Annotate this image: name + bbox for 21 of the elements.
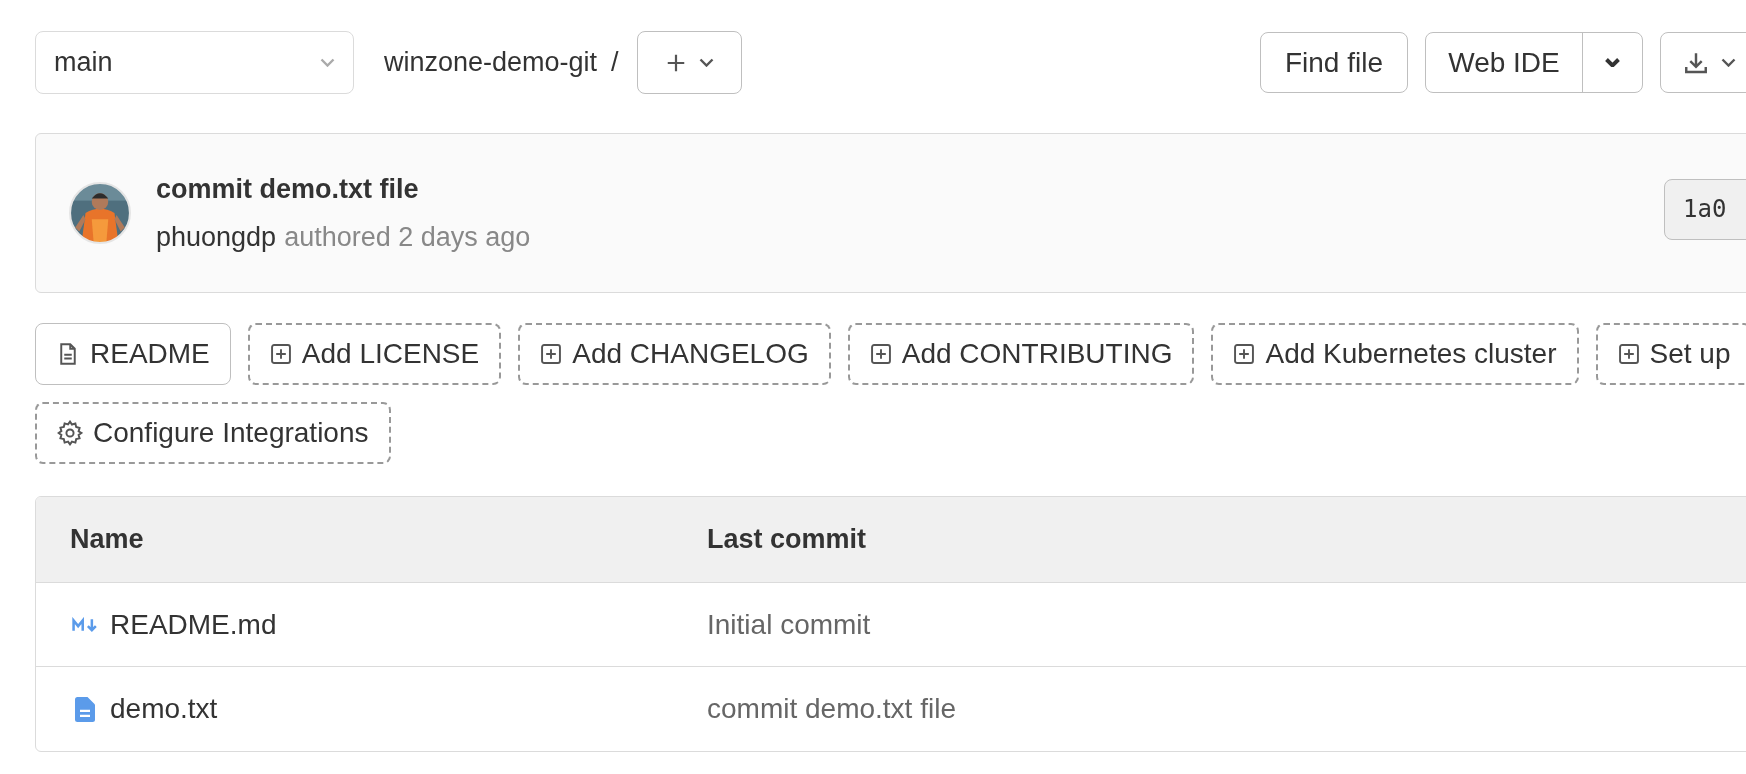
shortcut-button[interactable]: Set up (1595, 323, 1746, 385)
shortcut-button[interactable]: Add CHANGELOG (518, 323, 831, 385)
find-file-button[interactable]: Find file (1260, 32, 1408, 93)
author-link[interactable]: phuongdp (156, 217, 277, 258)
branch-select[interactable]: main (35, 31, 354, 94)
project-link[interactable]: winzone-demo-git (384, 42, 598, 83)
path-separator: / (611, 46, 619, 80)
file-link[interactable]: README.md (110, 603, 277, 646)
column-header: Last commit (707, 523, 867, 557)
commit-message-link[interactable]: commit demo.txt file (707, 688, 956, 730)
commit-title[interactable]: commit demo.txt file (156, 168, 531, 209)
shortcut-button[interactable]: Add LICENSE (247, 323, 502, 385)
shortcut-button[interactable]: Configure Integrations (35, 402, 391, 464)
commit-meta: authored 2 days ago (284, 221, 531, 254)
shortcut-button[interactable]: README (35, 323, 231, 385)
file-link[interactable]: demo.txt (110, 688, 218, 730)
shortcut-button[interactable]: Add Kubernetes cluster (1211, 323, 1579, 385)
column-header: Name (69, 523, 145, 557)
commit-sha-button[interactable]: 1a0 (1664, 178, 1746, 240)
commit-message-link[interactable]: Initial commit (707, 603, 871, 646)
shortcut-button[interactable]: Add CONTRIBUTING (847, 323, 1195, 385)
